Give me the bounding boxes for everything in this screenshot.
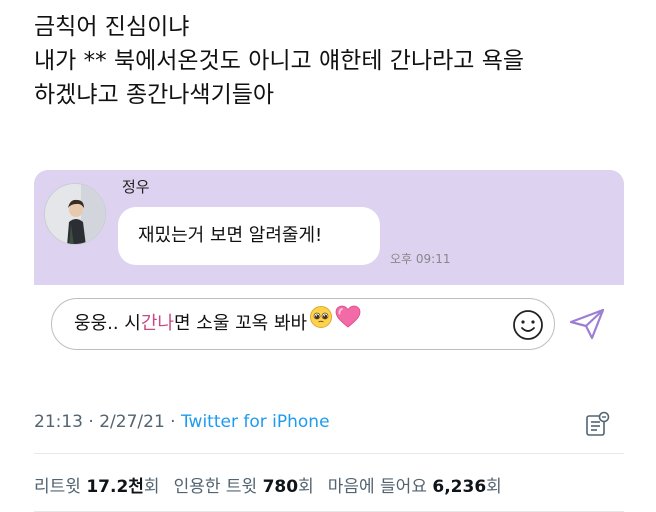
analytics-icon[interactable] bbox=[582, 410, 612, 440]
emoji-picker-button[interactable] bbox=[512, 309, 544, 341]
smiley-icon bbox=[513, 310, 543, 340]
person-photo-icon bbox=[45, 184, 105, 244]
input-text-end: 면 소울 꼬옥 봐바 bbox=[173, 313, 308, 334]
meta-separator: · bbox=[83, 412, 100, 432]
likes-stat[interactable]: 마음에 들어요 6,236회 bbox=[328, 477, 502, 497]
chat-screenshot: 정우 재밌는거 보면 알려줄게! 오후 09:11 bbox=[34, 170, 624, 285]
meta-separator: · bbox=[164, 412, 181, 432]
avatar bbox=[44, 183, 106, 245]
retweets-unit: 회 bbox=[143, 477, 160, 497]
tweet-meta: 21:13 · 2/27/21 · Twitter for iPhone bbox=[34, 412, 330, 432]
retweets-stat[interactable]: 리트윗 17.2천회 bbox=[34, 477, 160, 497]
tweet-source-link[interactable]: Twitter for iPhone bbox=[181, 412, 330, 432]
sender-name: 정우 bbox=[122, 178, 150, 196]
retweets-count: 17.2천 bbox=[86, 477, 144, 497]
tweet-time: 21:13 bbox=[34, 412, 83, 432]
quotes-stat[interactable]: 인용한 트윗 780회 bbox=[174, 477, 314, 497]
retweets-label: 리트윗 bbox=[34, 477, 81, 497]
send-icon bbox=[569, 308, 605, 340]
input-text-start: 웅웅.. 시 bbox=[74, 313, 141, 334]
quotes-count: 780 bbox=[262, 477, 299, 497]
input-text: 웅웅.. 시간나면 소울 꼬옥 봐바 bbox=[74, 299, 361, 349]
likes-unit: 회 bbox=[486, 477, 502, 497]
tweet-text: 금칙어 진심이냐 내가 ** 북에서온것도 아니고 얘한테 간나라고 욕을 하겠… bbox=[34, 10, 524, 112]
message-bubble: 재밌는거 보면 알려줄게! bbox=[118, 207, 380, 265]
tweet-line: 금칙어 진심이냐 bbox=[34, 14, 190, 40]
engagement-stats: 리트윗 17.2천회 인용한 트윗 780회 마음에 들어요 6,236회 bbox=[34, 472, 502, 497]
quotes-label: 인용한 트윗 bbox=[173, 477, 258, 497]
divider bbox=[34, 453, 624, 454]
tweet-date: 2/27/21 bbox=[99, 412, 165, 432]
tweet-line: 내가 ** 북에서온것도 아니고 얘한테 간나라고 욕을 bbox=[34, 48, 525, 74]
input-text-highlight: 간나 bbox=[140, 313, 174, 334]
pleading-face-icon bbox=[309, 299, 333, 349]
tweet-line: 하겠냐고 종간나색기들아 bbox=[34, 82, 275, 108]
message-time: 오후 09:11 bbox=[390, 252, 451, 266]
quotes-unit: 회 bbox=[298, 477, 314, 497]
message-composer: 웅웅.. 시간나면 소울 꼬옥 봐바 bbox=[34, 285, 624, 365]
pink-heart-icon bbox=[335, 299, 361, 349]
send-button[interactable] bbox=[568, 307, 606, 341]
likes-count: 6,236 bbox=[432, 477, 487, 497]
likes-label: 마음에 들어요 bbox=[327, 477, 427, 497]
message-input[interactable]: 웅웅.. 시간나면 소울 꼬옥 봐바 bbox=[51, 298, 555, 350]
